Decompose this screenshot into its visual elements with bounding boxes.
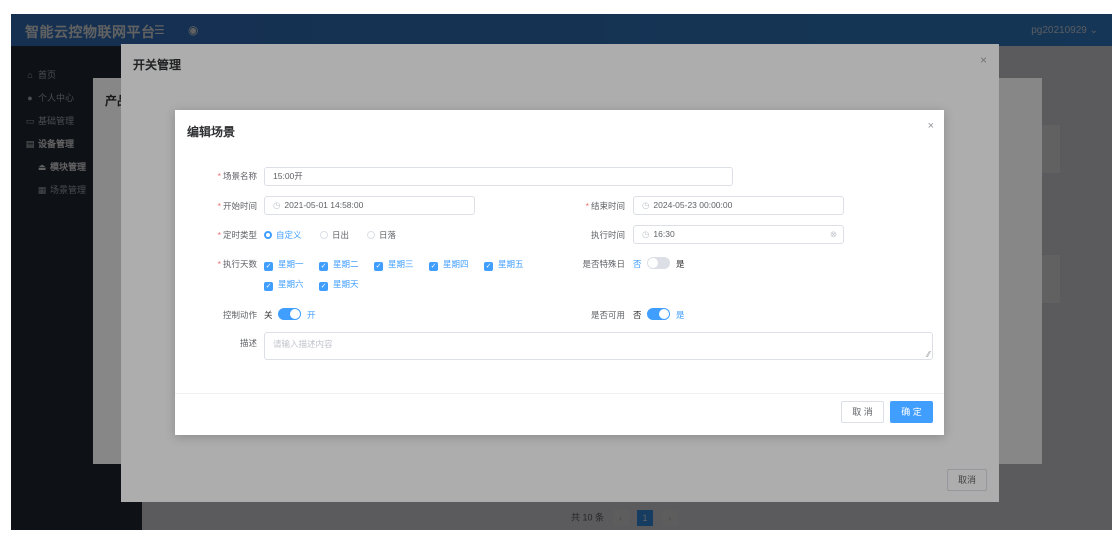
timing-radio-sunset[interactable]: 日落 (367, 229, 396, 241)
control-action-off-text: 关 (264, 310, 273, 320)
special-day-on-text: 是 (676, 259, 685, 269)
close-icon[interactable]: × (928, 120, 934, 132)
exec-time-label: 执行时间 (590, 230, 625, 240)
timing-radio-custom[interactable]: 自定义 (264, 229, 302, 241)
start-time-label: * 开始时间 (217, 201, 257, 211)
day-checkbox-thu[interactable]: ✓ 星期四 (429, 258, 469, 271)
enabled-on-text: 是 (676, 310, 685, 320)
special-day-label: 是否特殊日 (582, 259, 625, 269)
description-label: 描述 (239, 338, 257, 348)
start-time-picker[interactable]: ◷ 2021-05-01 14:58:00 (264, 196, 475, 215)
resize-handle-icon[interactable]: ⁄⁄ (927, 350, 930, 359)
enabled-switch[interactable] (647, 308, 670, 320)
app-window: 智能云控物联网平台 ☰ ◉ pg20210929 ⌄ ⌂ 首页 ● 个人中心 ▭ 基础… (11, 14, 1112, 530)
control-action-on-text: 开 (307, 310, 316, 320)
exec-time-picker[interactable]: ◷ 16:30 ⊗ (633, 225, 844, 244)
day-checkbox-tue[interactable]: ✓ 星期二 (319, 258, 359, 271)
exec-days-label: * 执行天数 (217, 259, 257, 269)
scene-name-input[interactable]: 15:00开 (264, 167, 733, 186)
control-action-label: 控制动作 (222, 310, 257, 320)
enabled-off-text: 否 (633, 310, 642, 320)
day-checkbox-sun[interactable]: ✓ 星期天 (319, 278, 359, 291)
clock-icon: ◷ (273, 200, 281, 210)
confirm-button[interactable]: 确 定 (890, 401, 933, 423)
day-checkbox-fri[interactable]: ✓ 星期五 (484, 258, 524, 271)
clock-icon: ◷ (642, 200, 650, 210)
day-checkbox-mon[interactable]: ✓ 星期一 (264, 258, 304, 271)
control-action-switch[interactable] (278, 308, 301, 320)
end-time-label: * 结束时间 (585, 201, 625, 211)
day-checkbox-wed[interactable]: ✓ 星期三 (374, 258, 414, 271)
timing-radio-sunrise[interactable]: 日出 (320, 229, 349, 241)
end-time-picker[interactable]: ◷ 2024-05-23 00:00:00 (633, 196, 844, 215)
day-checkbox-sat[interactable]: ✓ 星期六 (264, 278, 304, 291)
timing-type-label: * 定时类型 (217, 230, 257, 240)
edit-dialog-title: 编辑场景 (187, 125, 236, 139)
special-day-switch[interactable] (647, 257, 670, 269)
enabled-label: 是否可用 (590, 310, 625, 320)
edit-scene-dialog: 编辑场景 × * 场景名称 15:00开 * 开始时间 ◷ 2021-05-01 14… (175, 110, 944, 435)
dialog-divider (175, 393, 944, 394)
special-day-off-text: 否 (633, 259, 642, 269)
clear-icon[interactable]: ⊗ (830, 226, 837, 243)
clock-icon: ◷ (642, 229, 650, 239)
description-textarea[interactable]: 请输入描述内容 ⁄⁄ (264, 332, 933, 360)
cancel-button[interactable]: 取 消 (841, 401, 884, 423)
scene-name-label: * 场景名称 (217, 171, 257, 181)
